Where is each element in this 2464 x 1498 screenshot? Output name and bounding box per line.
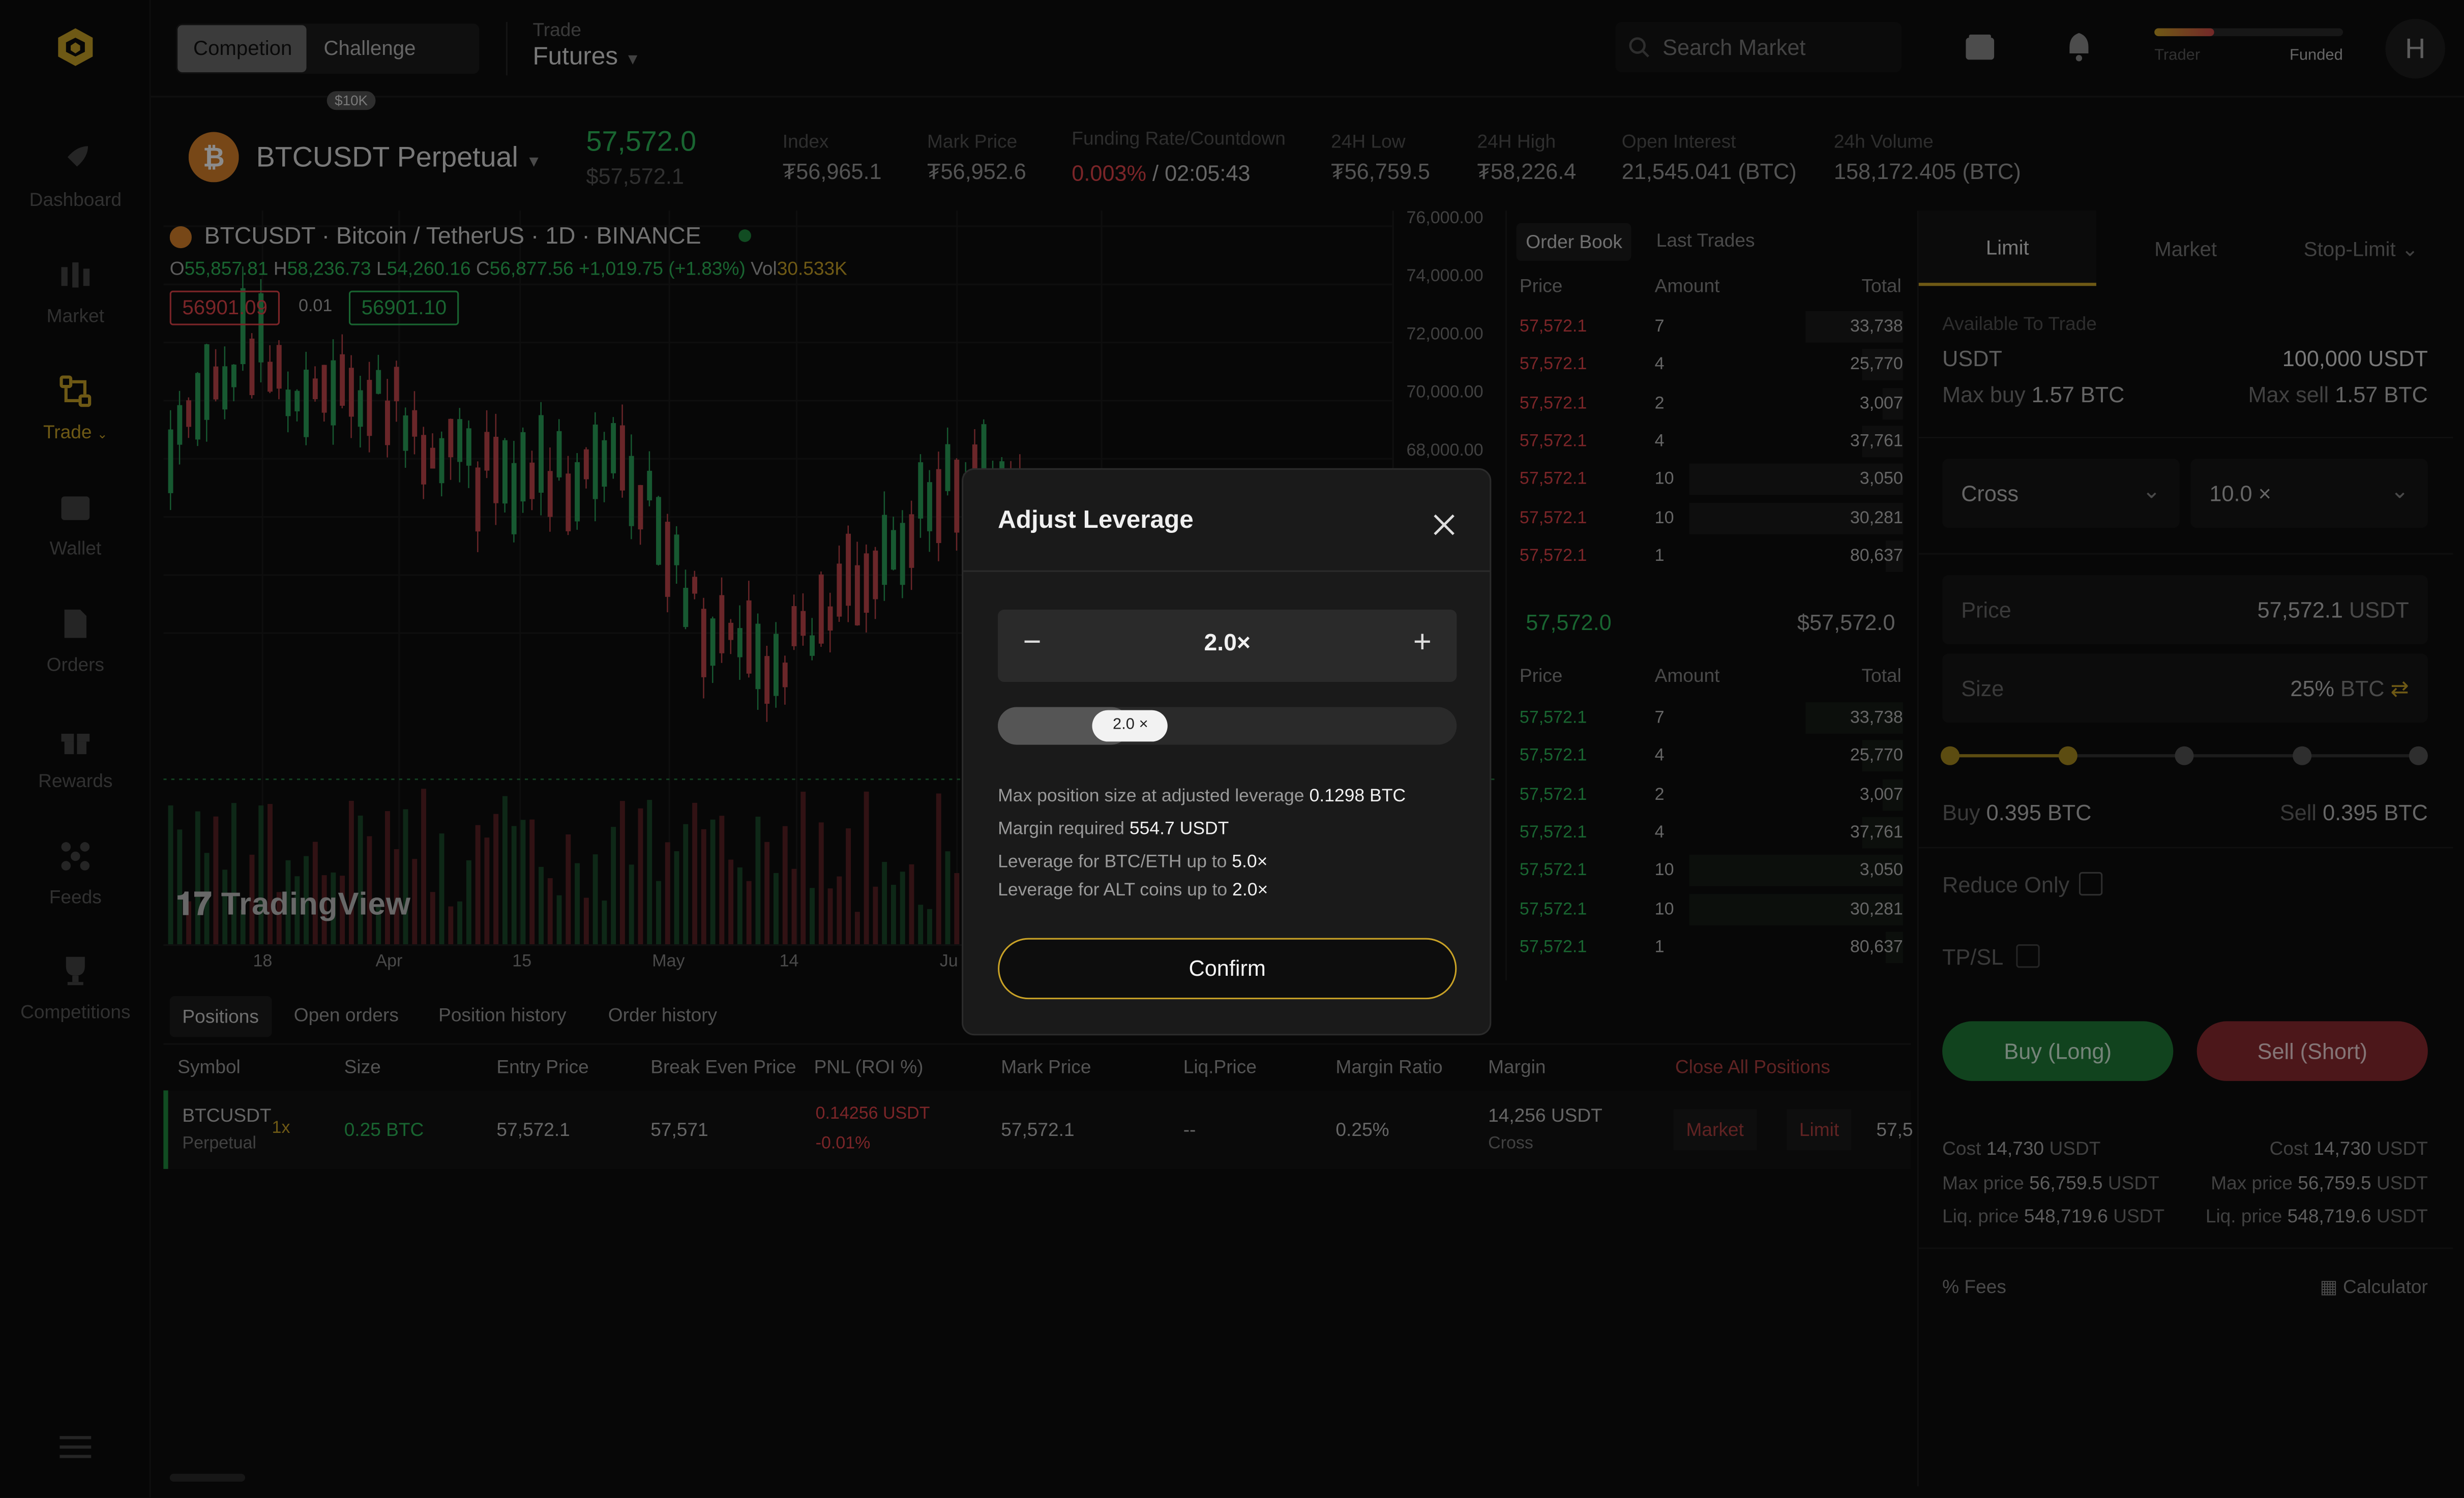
increment-button[interactable]: + <box>1413 625 1432 662</box>
info-label: Max position size at adjusted leverage <box>998 787 1304 806</box>
info-value: 554.7 USDT <box>1129 820 1229 840</box>
divider <box>963 570 1490 572</box>
adjust-leverage-modal: Adjust Leverage − 2.0× + 2.0 × Max posit… <box>962 468 1492 1036</box>
info-value: 2.0× <box>1232 881 1268 901</box>
info-value: 5.0× <box>1232 853 1268 872</box>
info-label: Leverage for BTC/ETH up to <box>998 853 1227 872</box>
modal-title: Adjust Leverage <box>998 507 1194 534</box>
confirm-button[interactable]: Confirm <box>998 938 1457 1000</box>
info-value: 0.1298 BTC <box>1309 787 1406 806</box>
leverage-slider-thumb[interactable]: 2.0 × <box>1092 710 1169 742</box>
close-icon[interactable] <box>1433 514 1455 535</box>
info-label: Margin required <box>998 820 1124 840</box>
leverage-stepper: − 2.0× + <box>998 609 1457 682</box>
leverage-info: Max position size at adjusted leverage 0… <box>998 781 1406 908</box>
leverage-slider[interactable]: 2.0 × <box>998 707 1457 745</box>
info-label: Leverage for ALT coins up to <box>998 881 1228 901</box>
leverage-input[interactable]: 2.0× <box>998 630 1457 657</box>
